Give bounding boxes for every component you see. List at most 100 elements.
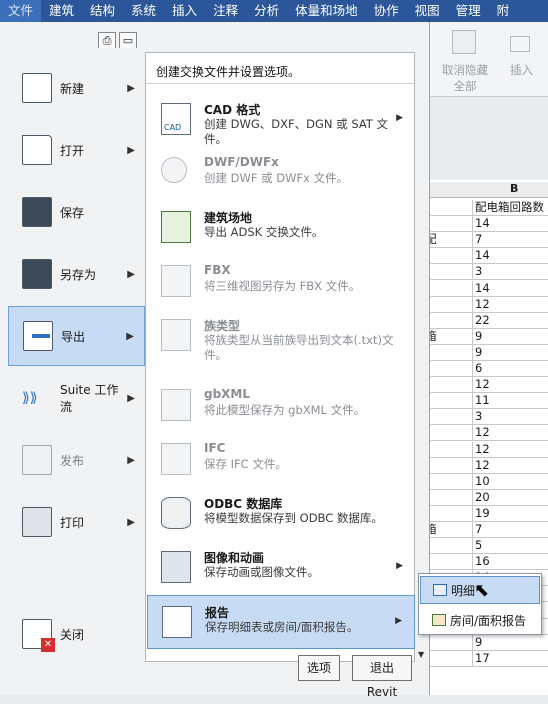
table-cell-b: 9 (472, 344, 548, 361)
table-cell-b: 9 (472, 634, 548, 651)
ifc-icon (161, 443, 191, 475)
export-family-title: 族类型 (204, 319, 241, 333)
database-icon (161, 497, 191, 529)
export-dwf[interactable]: DWF/DWFx 创建 DWF 或 DWFx 文件。 (147, 147, 415, 201)
export-fbx[interactable]: FBX 将三维视图另存为 FBX 文件。 (147, 255, 415, 309)
new-document-icon (22, 73, 52, 103)
export-site-title: 建筑场地 (204, 211, 253, 225)
table-cell-b: 5 (472, 538, 548, 555)
chevron-right-icon: ▶ (127, 82, 135, 94)
menu-suite-workflow[interactable]: ⟫⟫ Suite 工作流 ▶ (8, 368, 145, 428)
table-cell-b: 12 (472, 425, 548, 442)
tab-systems[interactable]: 系统 (123, 0, 164, 22)
tab-collaborate[interactable]: 协作 (366, 0, 407, 22)
table-cell-b: 配电箱回路数 (472, 200, 548, 216)
export-fbx-desc: 将三维视图另存为 FBX 文件。 (204, 279, 361, 293)
export-icon (23, 321, 53, 351)
tab-file[interactable]: 文件 (0, 0, 42, 22)
publish-icon (22, 445, 52, 475)
application-menu-left: 新建 ▶ 打开 ▶ 保存 另存为 ▶ 导出 ▶ ⟫⟫ Suite 工作流 ▶ 发… (0, 48, 145, 658)
menu-print[interactable]: 打印 ▶ (8, 492, 145, 552)
menu-export-label: 导出 (61, 329, 86, 344)
fbx-icon (161, 265, 191, 297)
table-cell-b: 16 (472, 554, 548, 571)
export-odbc[interactable]: ODBC 数据库 将模型数据保存到 ODBC 数据库。 (147, 487, 415, 541)
export-ifc-desc: 保存 IFC 文件。 (204, 457, 287, 471)
chevron-right-icon: ▶ (127, 268, 135, 280)
schedule-table-icon (433, 584, 447, 596)
tab-architecture[interactable]: 建筑 (41, 0, 82, 22)
table-cell-b: 17 (472, 650, 548, 667)
chevron-right-icon: ▶ (127, 144, 135, 156)
table-cell-b: 7 (472, 232, 548, 249)
tab-manage[interactable]: 管理 (448, 0, 489, 22)
menu-suite-label: Suite 工作流 (60, 383, 119, 414)
table-cell-b: 6 (472, 361, 548, 377)
menu-close[interactable]: ✕ 关闭 (8, 604, 145, 664)
scroll-down-icon[interactable]: ▼ (418, 650, 424, 659)
mouse-cursor-icon: ⬉ (474, 580, 490, 601)
unhide-all-button[interactable]: 取消隐藏 全部 (442, 62, 488, 94)
room-area-report-icon (432, 614, 446, 626)
export-odbc-desc: 将模型数据保存到 ODBC 数据库。 (204, 511, 383, 525)
table-cell-b: 7 (472, 522, 548, 538)
ribbon-menu-bar: 文件 建筑 结构 系统 插入 注释 分析 体量和场地 协作 视图 管理 附 (0, 0, 548, 22)
menu-new[interactable]: 新建 ▶ (8, 58, 145, 118)
unhide-all-label-2: 全部 (453, 79, 477, 93)
menu-print-label: 打印 (60, 515, 85, 530)
export-images-animations[interactable]: 图像和动画 保存动画或图像文件。 ▶ (147, 541, 415, 595)
menu-save-label: 保存 (60, 205, 85, 220)
menu-open-label: 打开 (60, 143, 85, 158)
table-cell-b: 10 (472, 473, 548, 490)
suite-workflow-icon: ⟫⟫ (22, 390, 38, 406)
flyout-room-area-report[interactable]: 房间/面积报告 (420, 606, 540, 634)
menu-save[interactable]: 保存 (8, 182, 145, 242)
ribbon-panel: 藏 取消隐藏全部 插入 (410, 22, 548, 97)
export-images-title: 图像和动画 (204, 551, 265, 565)
table-cell-b: 12 (472, 296, 548, 313)
menu-publish-label: 发布 (60, 453, 85, 468)
export-cad-formats[interactable]: CAD CAD 格式 创建 DWG、DXF、DGN 或 SAT 文件。 ▶ (147, 93, 415, 147)
unhide-all-icon (452, 30, 476, 54)
application-menu: ⎙ ▭ 新建 ▶ 打开 ▶ 保存 另存为 ▶ 导出 ▶ ⟫⟫ Suite 工作流… (0, 22, 430, 695)
menu-publish[interactable]: 发布 ▶ (8, 430, 145, 490)
ribbon-insert-button[interactable]: 插入 (510, 62, 533, 78)
export-ifc[interactable]: IFC 保存 IFC 文件。 (147, 433, 415, 487)
tab-analyze[interactable]: 分析 (246, 0, 287, 22)
tab-insert[interactable]: 插入 (164, 0, 205, 22)
export-family-types[interactable]: 族类型 将族类型从当前族导出到文本(.txt)文 件。 (147, 309, 415, 371)
table-cell-b: 12 (472, 457, 548, 474)
menu-open[interactable]: 打开 ▶ (8, 120, 145, 180)
table-cell-b: 14 (472, 248, 548, 265)
export-building-site[interactable]: 建筑场地 导出 ADSK 交换文件。 (147, 201, 415, 255)
export-fbx-title: FBX (204, 263, 231, 277)
export-submenu: 创建交换文件并设置选项。 CAD CAD 格式 创建 DWG、DXF、DGN 或… (145, 52, 424, 662)
export-cad-title: CAD 格式 (204, 103, 261, 117)
building-site-icon (161, 211, 191, 243)
export-reports[interactable]: 报告 保存明细表或房间/面积报告。 ▶ (147, 595, 415, 649)
tab-structure[interactable]: 结构 (82, 0, 123, 22)
tab-annotate[interactable]: 注释 (205, 0, 246, 22)
insert-icon (510, 36, 530, 52)
chevron-right-icon: ▶ (127, 454, 135, 466)
table-cell-b: 19 (472, 505, 548, 522)
tab-addins[interactable]: 附 (489, 0, 518, 22)
table-cell-b: 11 (472, 393, 548, 410)
menu-save-as[interactable]: 另存为 ▶ (8, 244, 145, 304)
menu-export[interactable]: 导出 ▶ (8, 306, 145, 366)
export-site-desc: 导出 ADSK 交换文件。 (204, 225, 324, 239)
flyout-room-area-label: 房间/面积报告 (450, 613, 527, 628)
export-reports-desc: 保存明细表或房间/面积报告。 (205, 620, 359, 634)
export-images-desc: 保存动画或图像文件。 (204, 565, 319, 579)
export-gbxml[interactable]: gbXML 将此模型保存为 gbXML 文件。 (147, 379, 415, 433)
table-cell-b: 22 (472, 312, 548, 329)
table-cell-b: 20 (472, 489, 548, 506)
dwf-icon (161, 157, 187, 183)
tab-view[interactable]: 视图 (407, 0, 448, 22)
options-button[interactable]: 选项 (298, 655, 340, 681)
tab-massing-site[interactable]: 体量和场地 (287, 0, 366, 22)
flyout-schedules-label: 明细 (451, 583, 476, 598)
save-as-icon (22, 259, 52, 289)
chevron-right-icon: ▶ (127, 392, 135, 404)
exit-revit-button[interactable]: 退出 Revit (352, 655, 412, 699)
